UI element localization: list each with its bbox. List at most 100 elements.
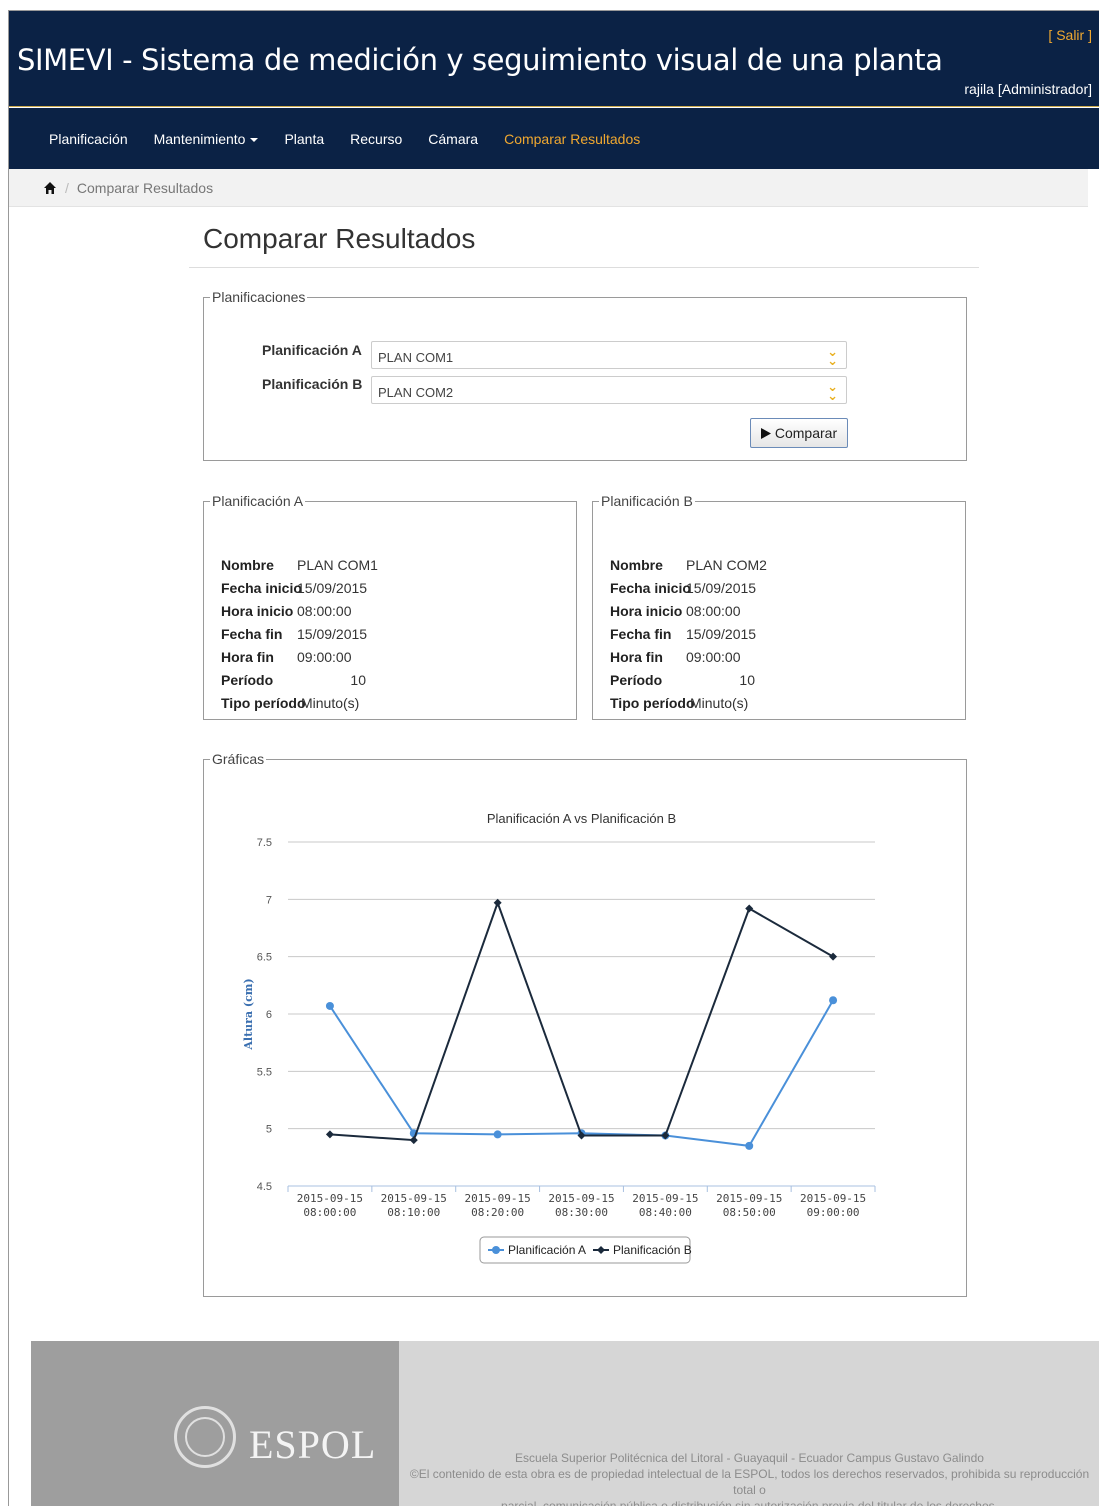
x-tick-label-time: 08:00:00	[303, 1206, 356, 1219]
nav-planta[interactable]: Planta	[284, 131, 324, 147]
hora-fin-value: 09:00:00	[297, 649, 352, 665]
line-chart: Planificación A vs Planificación B 4.5 5 5.…	[242, 811, 876, 1264]
y-tick-label: 6.5	[257, 952, 272, 964]
periodo-key: Período	[610, 672, 663, 688]
hora-fin-key: Hora fin	[221, 649, 274, 665]
nombre-value: PLAN COM2	[686, 557, 767, 573]
tipo-periodo-key: Tipo período	[221, 695, 306, 711]
data-point-b	[829, 952, 838, 961]
tipo-periodo-value: Minuto(s)	[690, 695, 749, 711]
series-line-a	[329, 999, 834, 1147]
home-icon[interactable]	[43, 181, 57, 195]
y-tick-label: 7	[266, 894, 272, 906]
legend-marker-a	[492, 1246, 500, 1254]
fecha-inicio-value: 15/09/2015	[297, 580, 368, 596]
data-point-a	[325, 1001, 334, 1010]
x-tick-label-date: 2015-09-15	[632, 1192, 698, 1205]
y-tick-label: 5.5	[257, 1066, 272, 1078]
play-icon	[760, 427, 771, 439]
page-title: Comparar Resultados	[203, 223, 476, 254]
planificaciones-legend: Planificaciones	[212, 289, 306, 305]
nombre-value: PLAN COM1	[297, 557, 378, 573]
planificacion-a-legend: Planificación A	[212, 493, 304, 509]
data-point-b	[409, 1136, 418, 1145]
planificaciones-panel: Planificaciones Planificación A PLAN COM…	[203, 289, 967, 461]
tipo-periodo-key: Tipo período	[610, 695, 695, 711]
hora-fin-value: 09:00:00	[686, 649, 741, 665]
planificacion-b-panel: Planificación B Nombre PLAN COM2 Fecha in…	[592, 493, 966, 720]
x-tick-label-date: 2015-09-15	[548, 1192, 614, 1205]
chart-title: Planificación A vs Planificación B	[487, 811, 676, 826]
fecha-inicio-value: 15/09/2015	[686, 580, 757, 596]
nav-recurso[interactable]: Recurso	[350, 131, 402, 147]
breadcrumb-separator: /	[65, 179, 69, 196]
x-tick-label-time: 08:20:00	[471, 1206, 524, 1219]
data-point-b	[325, 1130, 334, 1139]
hora-fin-key: Hora fin	[610, 649, 663, 665]
x-tick-label-date: 2015-09-15	[297, 1192, 363, 1205]
x-tick-label-time: 08:30:00	[555, 1206, 608, 1219]
x-tick-label-time: 09:00:00	[807, 1206, 860, 1219]
data-point-a	[829, 996, 838, 1005]
nav-comparar-resultados[interactable]: Comparar Resultados	[504, 131, 640, 147]
x-tick-label-time: 08:10:00	[387, 1206, 440, 1219]
planificacion-a-details: Nombre PLAN COM1 Fecha inicio 15/09/2015 H…	[221, 554, 378, 715]
x-tick-label-date: 2015-09-15	[800, 1192, 866, 1205]
double-chevron-down-icon: ⌄ ⌄	[827, 344, 838, 368]
hora-inicio-key: Hora inicio	[610, 603, 683, 619]
legend-label-a: Planificación A	[508, 1243, 586, 1257]
planificacion-a-select[interactable]: PLAN COM1 ⌄ ⌄	[371, 341, 847, 369]
espol-seal-inner	[185, 1417, 225, 1457]
top-header: SIMEVI - Sistema de medición y seguimien…	[9, 11, 1099, 107]
espol-logo-text: ESPOL	[249, 1422, 377, 1467]
planificacion-a-value: PLAN COM1	[378, 350, 454, 365]
hora-inicio-value: 08:00:00	[686, 603, 741, 619]
planificacion-b-select[interactable]: PLAN COM2 ⌄ ⌄	[371, 376, 847, 404]
planificacion-b-label: Planificación B	[262, 376, 363, 392]
breadcrumb-current: Comparar Resultados	[76, 179, 214, 196]
data-point-b	[745, 904, 754, 913]
nombre-key: Nombre	[221, 557, 274, 573]
y-tick-label: 6	[266, 1009, 272, 1021]
footer-line-3: parcial, comunicación pública o distribu…	[501, 1499, 998, 1506]
periodo-key: Período	[221, 672, 274, 688]
planificacion-a-label: Planificación A	[262, 342, 362, 358]
fecha-fin-value: 15/09/2015	[686, 626, 757, 642]
planificacion-b-legend: Planificación B	[601, 493, 693, 509]
tipo-periodo-value: Minuto(s)	[301, 695, 360, 711]
periodo-value: 10	[350, 672, 366, 688]
app-window: SIMEVI - Sistema de medición y seguimien…	[8, 10, 1099, 1506]
compare-button-label: Comparar	[774, 425, 838, 441]
data-point-a	[745, 1141, 754, 1150]
nav-planificacion[interactable]: Planificación	[49, 131, 128, 147]
fecha-fin-value: 15/09/2015	[297, 626, 368, 642]
nav-mantenimiento[interactable]: Mantenimiento	[154, 131, 259, 147]
double-chevron-down-icon: ⌄ ⌄	[827, 379, 838, 403]
x-tick-label-time: 08:50:00	[723, 1206, 776, 1219]
footer-line-2: ©El contenido de esta obra es de propied…	[409, 1467, 1090, 1497]
planificacion-b-value: PLAN COM2	[378, 385, 454, 400]
graficas-legend: Gráficas	[212, 751, 265, 767]
app-title: SIMEVI - Sistema de medición y seguimien…	[17, 43, 943, 77]
footer-line-1: Escuela Superior Politécnica del Litoral…	[515, 1451, 984, 1465]
footer-text: Escuela Superior Politécnica del Litoral…	[399, 1450, 1099, 1506]
planificacion-b-details: Nombre PLAN COM2 Fecha inicio 15/09/2015 H…	[610, 554, 767, 715]
y-tick-label: 5	[266, 1124, 272, 1136]
y-tick-label: 4.5	[257, 1181, 272, 1193]
x-tick-label-time: 08:40:00	[639, 1206, 692, 1219]
compare-button[interactable]: Comparar	[750, 418, 848, 448]
planificacion-a-panel: Planificación A Nombre PLAN COM1 Fecha in…	[203, 493, 577, 720]
nav-camara[interactable]: Cámara	[428, 131, 478, 147]
x-tick-label-date: 2015-09-15	[716, 1192, 782, 1205]
fecha-inicio-key: Fecha inicio	[221, 580, 302, 596]
x-tick-label-date: 2015-09-15	[465, 1192, 531, 1205]
current-user: rajila [Administrador]	[964, 81, 1092, 97]
fecha-fin-key: Fecha fin	[221, 626, 283, 642]
nav-mantenimiento-label: Mantenimiento	[153, 130, 246, 147]
breadcrumb: / Comparar Resultados	[9, 169, 1088, 207]
graficas-panel: Gráficas Planificación A vs Planificació…	[203, 751, 967, 1297]
nombre-key: Nombre	[610, 557, 663, 573]
logout-link[interactable]: [ Salir ]	[1048, 27, 1092, 43]
data-point-a	[493, 1130, 502, 1139]
series-line-b	[329, 899, 834, 1142]
